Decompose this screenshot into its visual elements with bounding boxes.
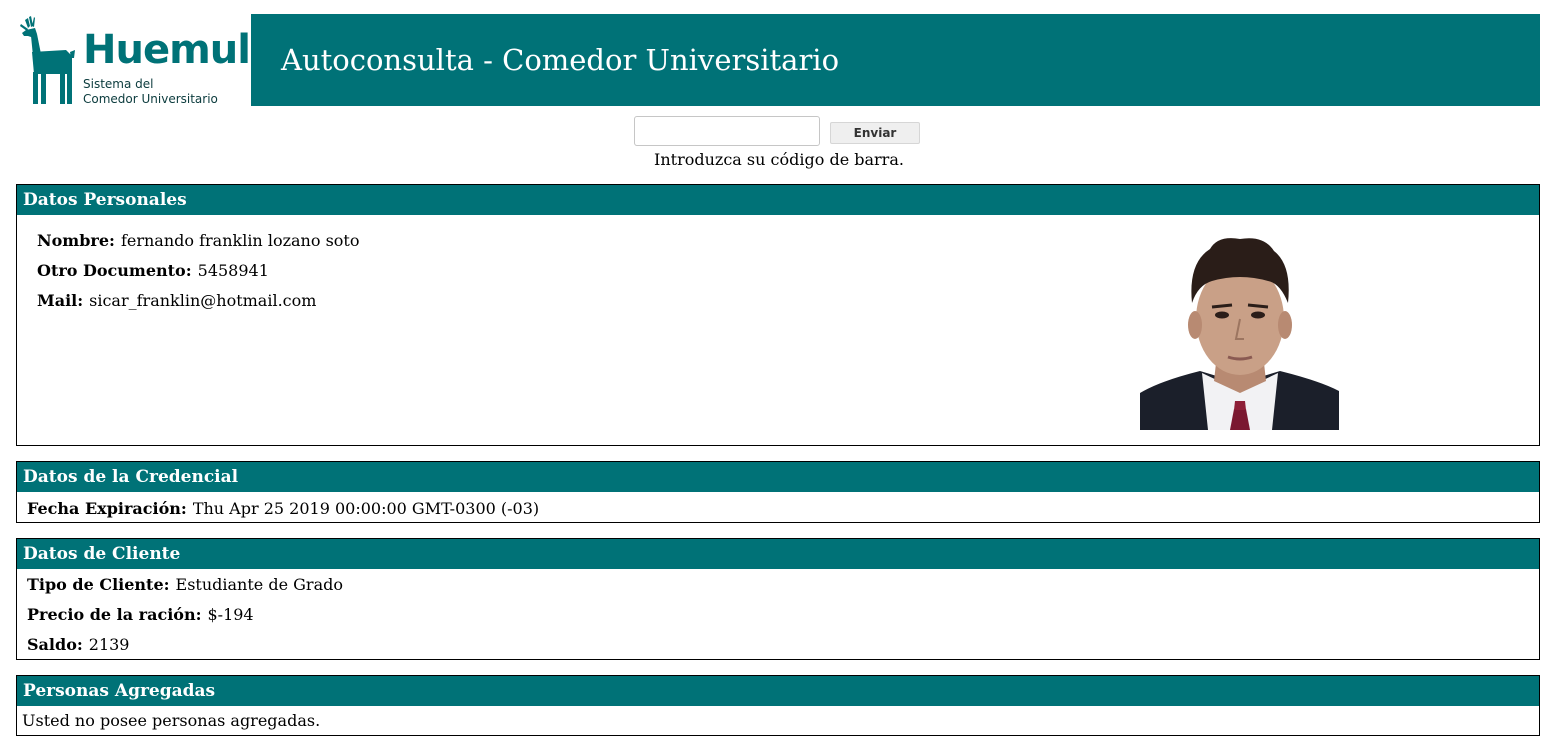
expiry-value: Thu Apr 25 2019 00:00:00 GMT-0300 (-03) [192, 499, 540, 518]
mail-row: Mail: sicar_franklin@hotmail.com [37, 291, 316, 310]
credential-heading: Datos de la Credencial [17, 462, 1539, 492]
expiry-label: Fecha Expiración: [27, 499, 187, 518]
ration-price-value: $-194 [207, 605, 254, 624]
mail-label: Mail: [37, 291, 84, 310]
added-people-panel: Personas Agregadas Usted no posee person… [16, 675, 1540, 736]
send-button[interactable]: Enviar [830, 122, 920, 144]
client-type-label: Tipo de Cliente: [27, 575, 170, 594]
balance-label: Saldo: [27, 635, 83, 654]
header-bar: Autoconsulta - Comedor Universitario [251, 14, 1540, 106]
barcode-hint: Introduzca su código de barra. [654, 150, 904, 169]
document-value: 5458941 [197, 261, 269, 280]
logo-brand-text: Huemul [83, 27, 251, 73]
name-label: Nombre: [37, 231, 115, 250]
added-people-heading: Personas Agregadas [17, 676, 1539, 706]
client-type-row: Tipo de Cliente: Estudiante de Grado [27, 575, 343, 594]
personal-data-heading: Datos Personales [17, 185, 1539, 215]
document-label: Otro Documento: [37, 261, 192, 280]
client-type-value: Estudiante de Grado [175, 575, 343, 594]
ration-price-label: Precio de la ración: [27, 605, 202, 624]
balance-value: 2139 [88, 635, 130, 654]
logo-subtitle-line2: Comedor Universitario [83, 92, 218, 106]
name-row: Nombre: fernando franklin lozano soto [37, 231, 359, 250]
expiry-row: Fecha Expiración: Thu Apr 25 2019 00:00:0… [27, 499, 539, 518]
huemul-deer-icon [20, 16, 75, 104]
balance-row: Saldo: 2139 [27, 635, 129, 654]
ration-price-row: Precio de la ración: $-194 [27, 605, 254, 624]
credential-panel: Datos de la Credencial Fecha Expiración:… [16, 461, 1540, 523]
barcode-form: Enviar [634, 116, 934, 152]
logo-subtitle-line1: Sistema del [83, 77, 154, 91]
name-value: fernando franklin lozano soto [120, 231, 360, 250]
logo-subtitle: Sistema del Comedor Universitario [83, 77, 218, 107]
mail-value: sicar_franklin@hotmail.com [89, 291, 317, 310]
added-people-empty-message: Usted no posee personas agregadas. [22, 711, 321, 730]
barcode-input[interactable] [634, 116, 820, 146]
page-title: Autoconsulta - Comedor Universitario [281, 43, 840, 77]
client-panel: Datos de Cliente Tipo de Cliente: Estudia… [16, 538, 1540, 660]
profile-photo [1140, 233, 1339, 430]
personal-data-panel: Datos Personales Nombre: fernando frankli… [16, 184, 1540, 446]
huemul-logo: Huemul Sistema del Comedor Universitario [16, 14, 251, 108]
document-row: Otro Documento: 5458941 [37, 261, 269, 280]
client-heading: Datos de Cliente [17, 539, 1539, 569]
